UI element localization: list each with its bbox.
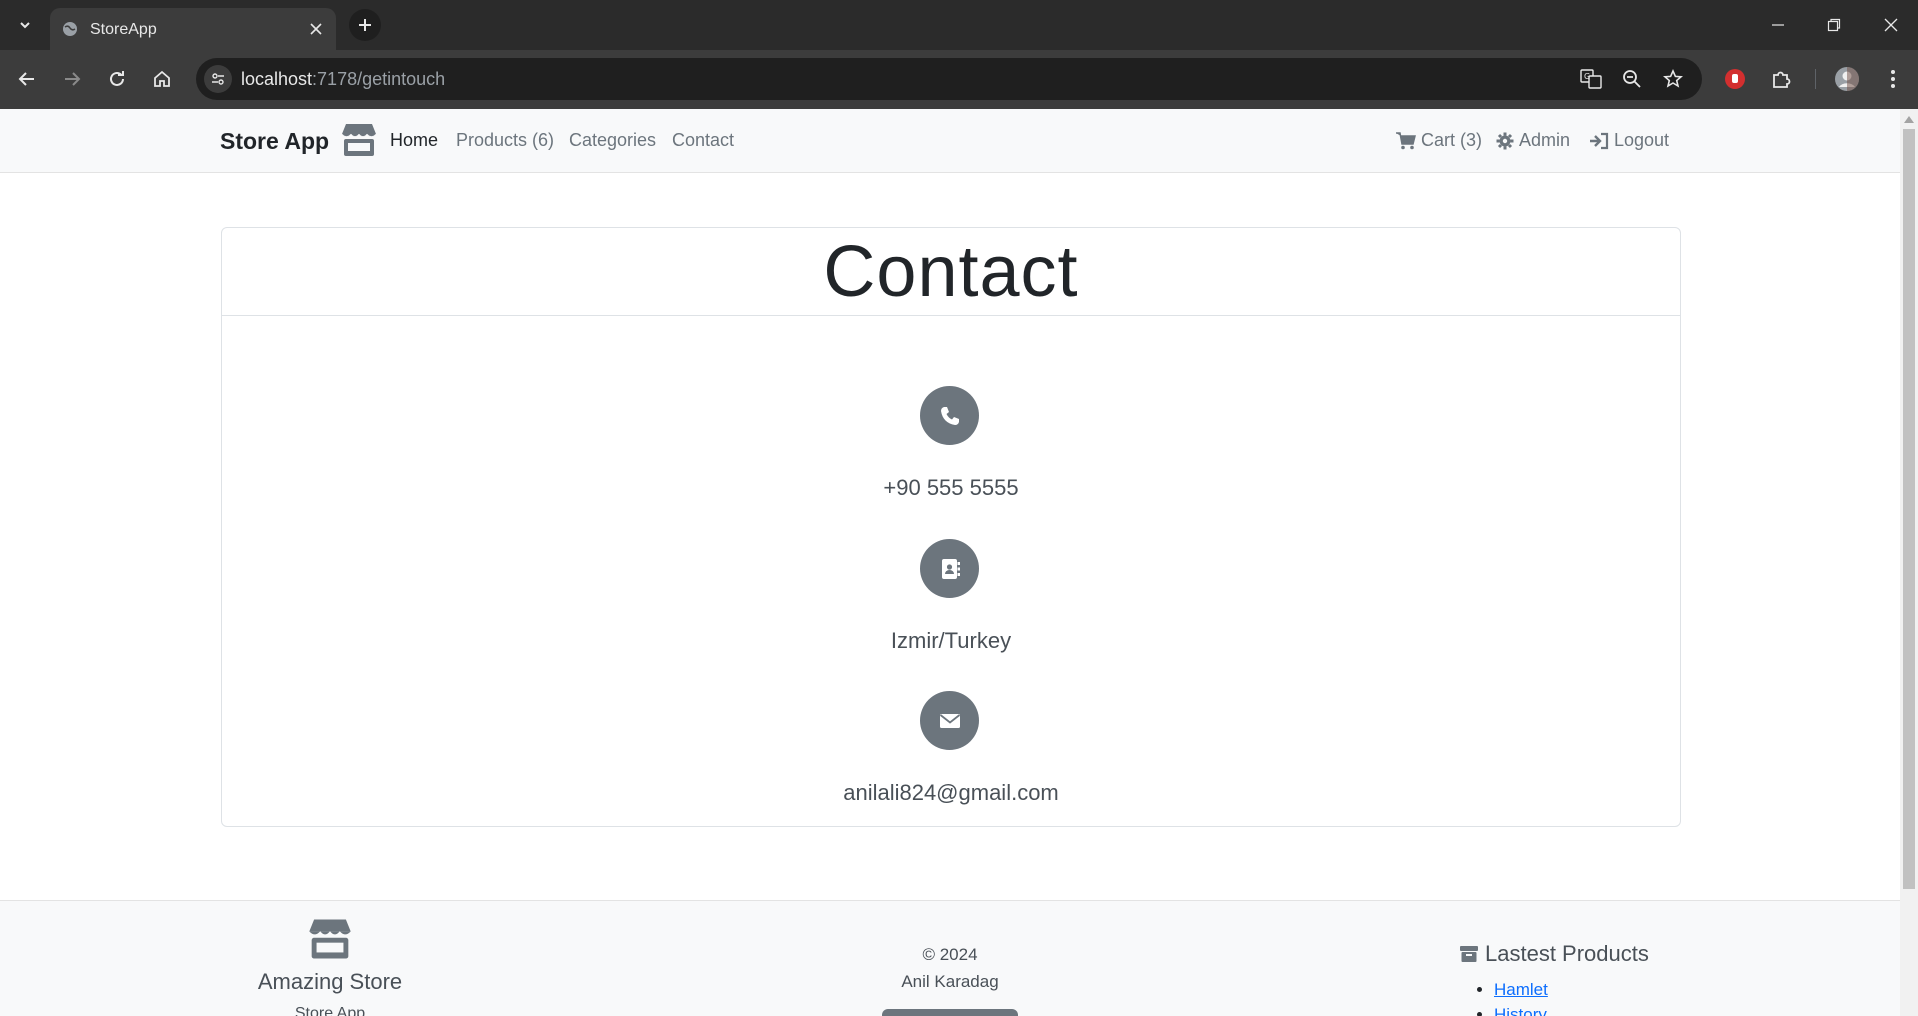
logout-label: Logout [1614, 130, 1670, 150]
site-footer: Amazing Store Store App © 2024 Anil Kara… [0, 900, 1900, 1016]
extensions-button[interactable] [1766, 64, 1796, 94]
translate-icon: G [1580, 69, 1602, 89]
kebab-menu-icon [1891, 70, 1895, 88]
nav-link-logout[interactable]: Logout [1589, 130, 1669, 151]
nav-link-contact[interactable]: Contact [672, 130, 734, 151]
browser-tab[interactable]: StoreApp [50, 8, 336, 50]
envelope-icon [939, 713, 960, 728]
contact-card: Contact +90 555 5555 Izmir/Turkey anilal… [221, 227, 1681, 827]
contact-address: Izmir/Turkey [890, 628, 1012, 653]
latest-products-list: Hamlet History [1474, 977, 1548, 1016]
close-window-button[interactable] [1877, 12, 1905, 38]
star-icon [1663, 69, 1683, 88]
url-path: :7178/getintouch [312, 69, 446, 89]
address-badge [920, 539, 979, 598]
cart-icon [1396, 131, 1416, 149]
product-link-history[interactable]: History [1494, 1005, 1547, 1016]
list-item: History [1494, 1002, 1548, 1016]
tab-title: StoreApp [90, 21, 157, 38]
profile-button[interactable] [1832, 64, 1862, 94]
translate-button[interactable]: G [1579, 67, 1603, 91]
browser-tab-bar: StoreApp [0, 0, 1918, 50]
browser-toolbar: localhost:7178/getintouch G [0, 50, 1918, 109]
nav-link-categories[interactable]: Categories [569, 130, 656, 151]
contact-phone: +90 555 5555 [883, 475, 1019, 500]
gear-icon [1496, 132, 1514, 149]
nav-link-home[interactable]: Home [390, 130, 438, 151]
reload-icon [110, 71, 124, 86]
url-host: localhost [241, 69, 313, 89]
tab-close-button[interactable] [306, 19, 326, 39]
contact-card-header: Contact [222, 228, 1680, 316]
reload-button[interactable] [102, 64, 132, 94]
box-icon [1460, 946, 1478, 962]
author-text: Anil Karadag [901, 972, 999, 991]
navbar-brand[interactable]: Store App [220, 128, 329, 155]
bookmark-button[interactable] [1661, 67, 1685, 91]
latest-products-heading: Lastest Products [1459, 941, 1649, 967]
arrow-right-icon [65, 72, 81, 86]
admin-label: Admin [1519, 130, 1571, 150]
store-icon[interactable] [340, 122, 378, 158]
forward-button[interactable] [57, 64, 87, 94]
product-link-hamlet[interactable]: Hamlet [1494, 980, 1548, 999]
site-info-button[interactable] [204, 65, 232, 93]
home-button[interactable] [147, 64, 177, 94]
scroll-up-icon[interactable] [1904, 115, 1914, 123]
zoom-out-icon [1623, 70, 1641, 88]
close-icon [1884, 18, 1898, 32]
footer-copyright: © 2024 Anil Karadag [850, 941, 1050, 995]
cart-label: Cart (3) [1421, 130, 1483, 150]
email-badge [920, 691, 979, 750]
list-item: Hamlet [1494, 977, 1548, 1002]
globe-icon [63, 22, 77, 36]
page-scrollbar[interactable] [1900, 109, 1918, 1016]
minimize-button[interactable] [1764, 12, 1792, 38]
extension-blocker-button[interactable] [1720, 64, 1750, 94]
nav-link-admin[interactable]: Admin [1496, 130, 1570, 151]
scrollbar-thumb[interactable] [1903, 129, 1915, 889]
site-navbar: Store App Home Products (6) Categories C… [0, 109, 1900, 173]
footer-brand: Amazing Store [257, 969, 403, 994]
address-bar[interactable]: localhost:7178/getintouch G [196, 58, 1702, 100]
nav-link-products[interactable]: Products (6) [456, 130, 554, 151]
arrow-left-icon [18, 72, 34, 86]
puzzle-icon [1773, 71, 1791, 88]
sign-out-icon [1590, 132, 1609, 149]
svg-text:G: G [1584, 72, 1590, 81]
toolbar-divider [1815, 69, 1816, 89]
close-icon [310, 23, 322, 35]
page-viewport: Store App Home Products (6) Categories C… [0, 109, 1900, 1016]
hand-stop-icon [1725, 69, 1745, 89]
restore-button[interactable] [1820, 12, 1848, 38]
menu-button[interactable] [1878, 64, 1908, 94]
minimize-icon [1772, 24, 1784, 26]
avatar-icon [1835, 67, 1859, 91]
new-tab-button[interactable] [349, 9, 381, 41]
store-icon [308, 919, 352, 959]
footer-button[interactable] [882, 1009, 1018, 1016]
footer-subtitle: Store App [294, 1005, 366, 1016]
page-title: Contact [823, 232, 1079, 312]
tab-search-button[interactable] [12, 12, 38, 38]
url-text: localhost:7178/getintouch [241, 69, 445, 90]
restore-icon [1827, 18, 1841, 32]
address-book-icon [941, 558, 960, 579]
home-icon [154, 70, 170, 87]
chevron-down-icon [20, 22, 30, 29]
plus-icon [359, 19, 371, 31]
tune-icon [212, 73, 224, 85]
nav-link-cart[interactable]: Cart (3) [1396, 130, 1482, 151]
phone-icon [940, 406, 959, 425]
zoom-button[interactable] [1620, 67, 1644, 91]
contact-email: anilali824@gmail.com [843, 780, 1059, 805]
back-button[interactable] [12, 64, 42, 94]
copyright-text: © 2024 [922, 945, 978, 964]
phone-badge [920, 386, 979, 445]
latest-products-title: Lastest Products [1485, 941, 1649, 966]
